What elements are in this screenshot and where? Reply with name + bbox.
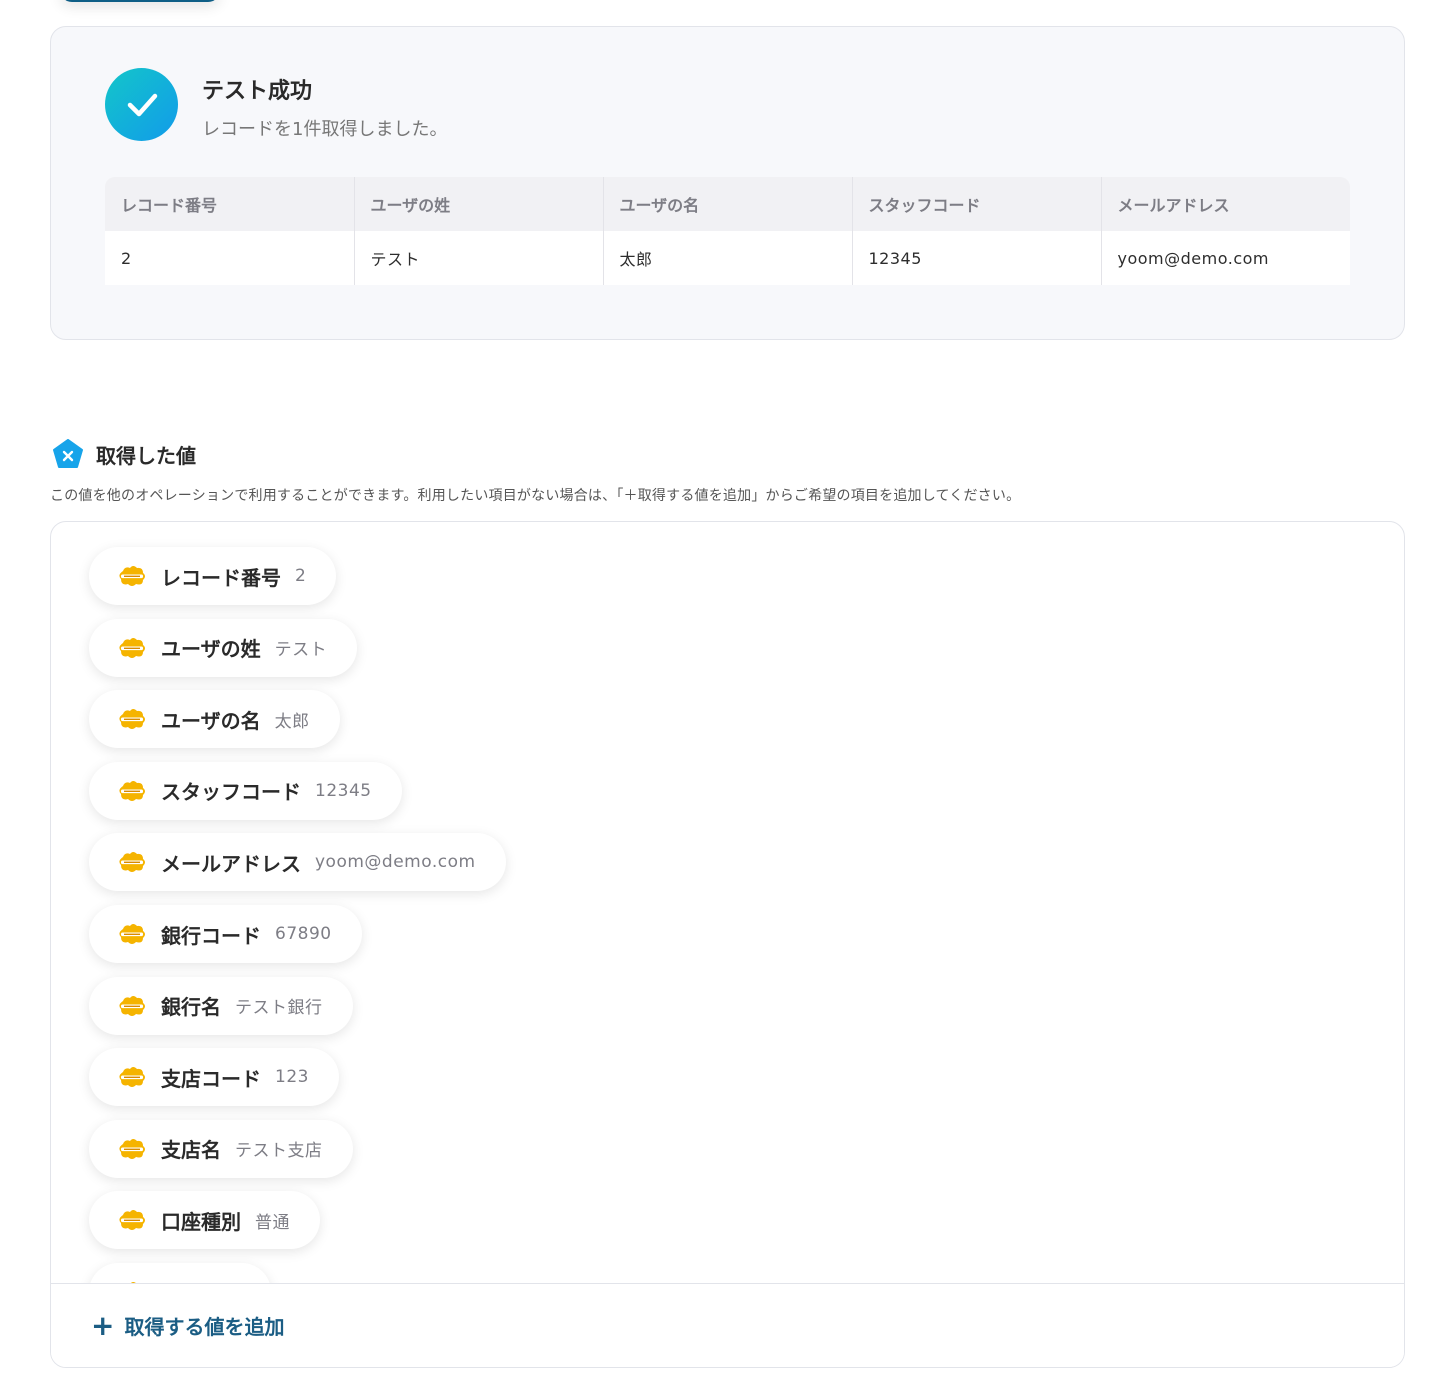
value-chip[interactable]: 銀行コード 67890	[89, 905, 362, 963]
value-chip[interactable]: 口座種別 普通	[89, 1191, 320, 1250]
chip-label: 支店コード	[161, 1066, 261, 1091]
chip-value: 普通	[255, 1212, 290, 1233]
value-chip[interactable]: 支店コード 123	[89, 1048, 339, 1107]
value-chip[interactable]: 銀行名 テスト銀行	[89, 976, 353, 1035]
chip-label: 銀行名	[161, 995, 221, 1020]
chip-label: レコード番号	[161, 565, 281, 590]
column-header: ユーザの名	[603, 177, 853, 231]
table-header-row: レコード番号 ユーザの姓 ユーザの名 スタッフコード メールアドレス	[105, 177, 1350, 231]
acquired-values-box: レコード番号 2 ユーザの姓 テスト ユーザの名 太郎 スタッフコード 1234…	[50, 521, 1405, 1368]
kintone-icon	[119, 637, 145, 658]
kintone-icon	[119, 780, 145, 801]
kintone-icon	[119, 1138, 145, 1159]
chip-value: テスト支店	[235, 1141, 323, 1162]
chip-value: テスト	[274, 640, 328, 661]
status-title: テスト成功	[202, 79, 313, 104]
add-value-button[interactable]: + 取得する値を追加	[51, 1283, 1404, 1367]
table-cell: 12345	[852, 231, 1102, 285]
section-title: 取得した値	[96, 443, 196, 468]
section-description: この値を他のオペレーションで利用することができます。利用したい項目がない場合は、…	[50, 488, 1021, 504]
values-list[interactable]: レコード番号 2 ユーザの姓 テスト ユーザの名 太郎 スタッフコード 1234…	[51, 522, 1404, 1285]
kintone-icon	[119, 566, 145, 586]
kintone-icon	[119, 1210, 145, 1231]
column-header: ユーザの姓	[354, 177, 604, 231]
status-message: レコードを1件取得しました。	[202, 119, 448, 140]
chip-value: 12345	[315, 780, 372, 801]
chip-value: yoom@demo.com	[315, 852, 476, 873]
value-chip[interactable]: 支店名 テスト支店	[89, 1119, 353, 1178]
column-header: メールアドレス	[1101, 177, 1350, 231]
chip-value: テスト銀行	[235, 998, 323, 1019]
chip-label: スタッフコード	[161, 780, 301, 805]
plus-icon: +	[91, 1308, 115, 1342]
column-header: レコード番号	[105, 177, 355, 231]
chip-value: 2	[295, 566, 307, 586]
chip-label: ユーザの名	[161, 708, 261, 733]
value-chip[interactable]: ユーザの姓 テスト	[89, 618, 358, 677]
table-cell: テスト	[354, 231, 604, 285]
table-cell: 太郎	[603, 231, 853, 285]
kintone-icon	[119, 924, 145, 944]
kintone-icon	[119, 852, 145, 873]
chip-value: 123	[275, 1067, 309, 1088]
kintone-icon	[119, 1067, 145, 1088]
value-chip[interactable]: ユーザの名 太郎	[89, 690, 340, 749]
chip-label: 支店名	[161, 1138, 221, 1163]
success-check-icon	[105, 68, 178, 141]
yoom-pentagon-icon	[53, 439, 83, 468]
column-header: スタッフコード	[852, 177, 1102, 231]
table-cell: 2	[105, 231, 355, 285]
value-chip[interactable]: レコード番号 2	[89, 547, 337, 605]
kintone-icon	[119, 709, 145, 730]
table-cell: yoom@demo.com	[1101, 231, 1350, 285]
result-table: レコード番号 ユーザの姓 ユーザの名 スタッフコード メールアドレス 2 テスト…	[105, 177, 1350, 285]
value-chip[interactable]: 口座番号	[89, 1263, 271, 1285]
test-result-card: テスト成功 レコードを1件取得しました。 レコード番号 ユーザの姓 ユーザの名 …	[50, 26, 1405, 340]
chip-label: 口座種別	[161, 1209, 241, 1234]
table-row: 2 テスト 太郎 12345 yoom@demo.com	[105, 231, 1350, 285]
value-chip[interactable]: メールアドレス yoom@demo.com	[89, 833, 506, 892]
kintone-icon	[119, 995, 145, 1016]
chip-label: ユーザの姓	[161, 637, 261, 662]
add-value-label: 取得する値を追加	[124, 1315, 285, 1339]
chip-value: 太郎	[274, 711, 310, 732]
acquired-values-header: 取得した値	[52, 438, 196, 470]
value-chip[interactable]: スタッフコード 12345	[89, 761, 402, 820]
chip-label: 銀行コード	[161, 923, 261, 948]
chip-label: メールアドレス	[161, 851, 301, 876]
chip-value: 67890	[275, 924, 332, 944]
previous-section-button	[60, 0, 220, 2]
